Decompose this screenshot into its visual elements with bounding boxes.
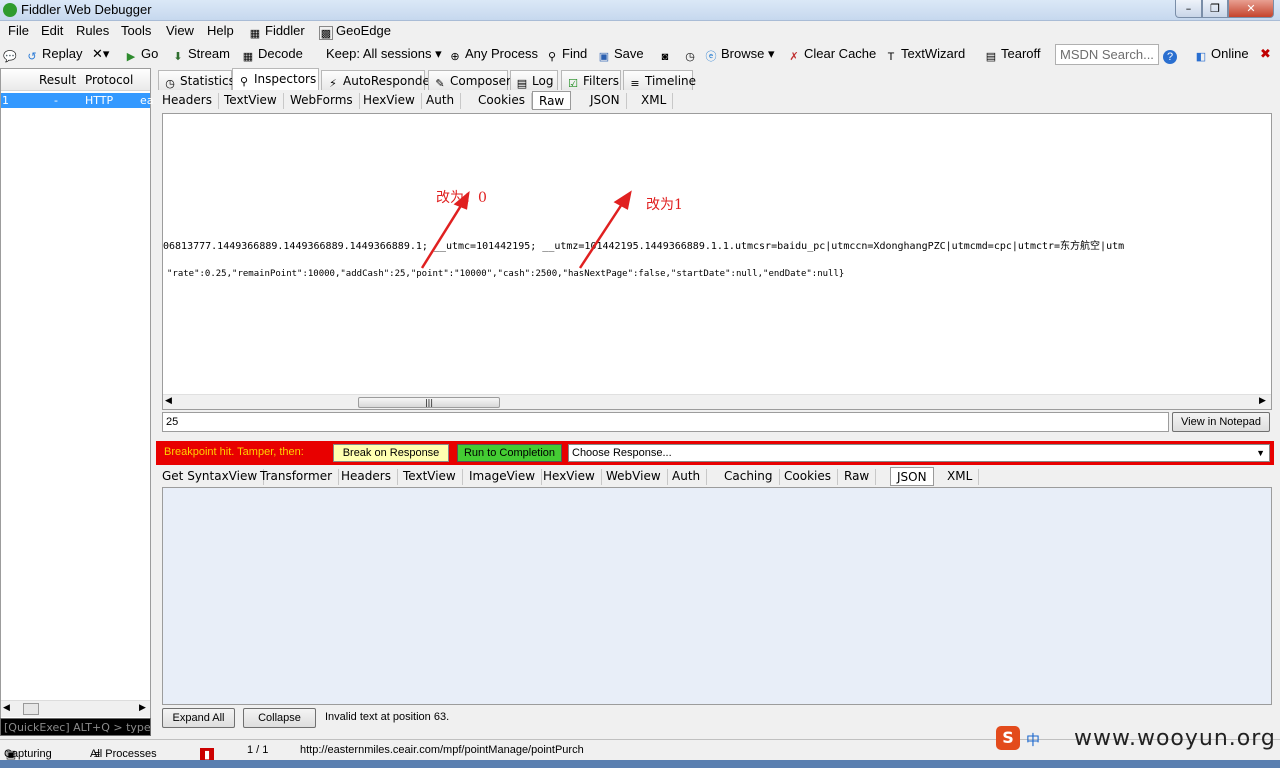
resp-tab-headers[interactable]: Headers (335, 469, 398, 485)
resp-tab-syntaxview[interactable]: Get SyntaxView (156, 469, 265, 485)
run-to-completion-button[interactable]: Run to Completion (457, 444, 562, 462)
resp-tab-xml[interactable]: XML (941, 469, 980, 485)
wooyun-watermark: S 中 www.wooyun.org (996, 724, 1280, 754)
choose-response-select[interactable]: Choose Response... ▼ (568, 444, 1270, 462)
resp-tab-json[interactable]: JSON (890, 467, 934, 486)
resp-tab-raw[interactable]: Raw (838, 469, 877, 485)
status-url: http://easternmiles.ceair.com/mpf/pointM… (300, 744, 584, 756)
find-input[interactable]: 25 (162, 412, 1169, 432)
view-in-notepad-button[interactable]: View in Notepad (1172, 412, 1270, 432)
arrow-head-left (453, 190, 470, 210)
expand-all-button[interactable]: Expand All (162, 708, 235, 728)
sogou-logo-icon: S (996, 726, 1020, 750)
resp-tab-webview[interactable]: WebView (600, 469, 668, 485)
session-count: 1 / 1 (247, 744, 269, 756)
windows-taskbar (0, 760, 1280, 768)
chevron-down-icon: ▼ (1256, 448, 1265, 458)
arrow-line-left (420, 203, 464, 269)
resp-tab-hexview[interactable]: HexView (537, 469, 602, 485)
watermark-site: www.wooyun.org (1074, 726, 1276, 751)
collapse-button[interactable]: Collapse (243, 708, 316, 728)
response-inspector-tabs: Get SyntaxView Transformer Headers TextV… (156, 467, 996, 487)
resp-tab-auth[interactable]: Auth (666, 469, 708, 485)
json-parse-status: Invalid text at position 63. (325, 711, 450, 723)
resp-tab-imageview[interactable]: ImageView (463, 469, 543, 485)
break-on-response-button[interactable]: Break on Response (333, 444, 449, 462)
arrow-line-right (578, 203, 624, 269)
breakpoint-bar: Breakpoint hit. Tamper, then: Break on R… (156, 441, 1274, 465)
ime-chinese-indicator: 中 (1026, 733, 1040, 749)
resp-tab-textview[interactable]: TextView (397, 469, 463, 485)
resp-tab-transformer[interactable]: Transformer (254, 469, 340, 485)
arrow-head-right (613, 190, 632, 210)
resp-tab-cookies[interactable]: Cookies (778, 469, 838, 485)
response-json-pane[interactable] (162, 487, 1272, 705)
breakpoint-message: Breakpoint hit. Tamper, then: (164, 446, 304, 458)
resp-tab-caching[interactable]: Caching (718, 469, 780, 485)
